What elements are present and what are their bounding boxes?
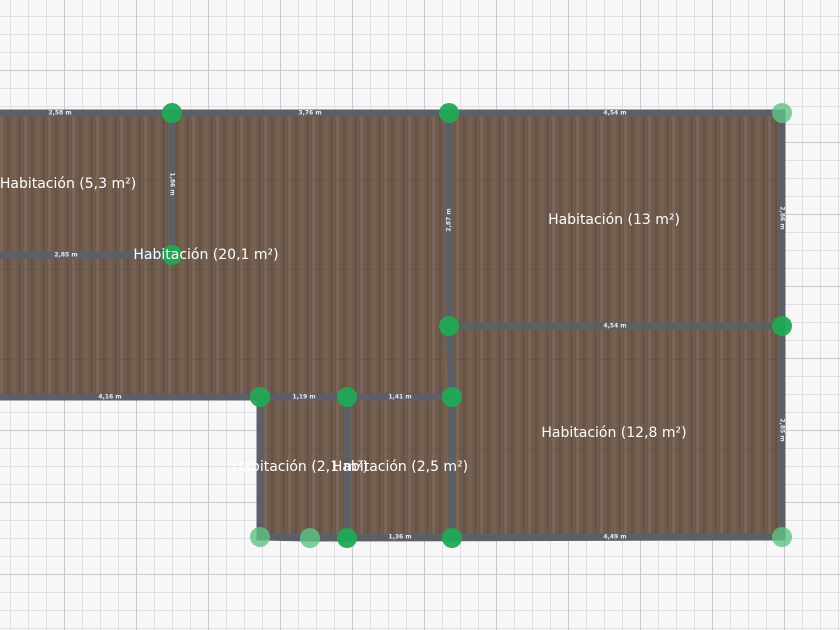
wall-length-label: 4,49 m (603, 534, 626, 541)
wall-length-label: 4,16 m (98, 394, 121, 401)
wall-corner-handle[interactable] (439, 316, 459, 336)
wall-length-label: 2,58 m (48, 110, 71, 117)
wall-corner-handle[interactable] (772, 316, 792, 336)
floor-plan-svg[interactable]: 2,58 m 3,76 m 4,54 m 1,86 m 2,85 m 2,87 m 2,86… (0, 0, 840, 630)
wall-length-label: 1,36 m (388, 534, 411, 541)
wall-corner-handle[interactable] (250, 387, 270, 407)
room-label[interactable]: Habitación (13 m²) (548, 212, 680, 228)
wall-corner-handle[interactable] (337, 387, 357, 407)
wall-length-label: 2,85 m (54, 252, 77, 259)
wall[interactable] (306, 533, 786, 542)
wall-corner-handle[interactable] (772, 527, 792, 547)
room-label[interactable]: Habitación (12,8 m²) (541, 425, 686, 441)
wall-length-label: 2,85 m (779, 418, 786, 441)
room-label[interactable]: Habitación (2,5 m²) (332, 459, 468, 475)
floor-plan-canvas[interactable]: 2,58 m 3,76 m 4,54 m 1,86 m 2,85 m 2,87 m 2,86… (0, 0, 840, 630)
wall-length-label: 1,41 m (388, 394, 411, 401)
wall-corner-handle[interactable] (337, 528, 357, 548)
wall-length-label: 4,54 m (603, 110, 626, 117)
wall[interactable] (445, 322, 456, 401)
wall-length-label: 2,87 m (446, 208, 453, 231)
wall-length-label: 4,54 m (603, 323, 626, 330)
wall-corner-handle[interactable] (162, 103, 182, 123)
wall-corner-handle[interactable] (250, 527, 270, 547)
room-label[interactable]: Habitación (5,3 m²) (0, 176, 136, 192)
wall-corner-handle[interactable] (300, 528, 320, 548)
wall-corner-handle[interactable] (442, 528, 462, 548)
wall-length-label: 1,19 m (292, 394, 315, 401)
wall-corner-handle[interactable] (442, 387, 462, 407)
wall-length-label: 2,86 m (779, 206, 786, 229)
wall-corner-handle[interactable] (439, 103, 459, 123)
wall-length-label: 3,76 m (298, 110, 321, 117)
wall-length-label: 1,86 m (169, 172, 176, 195)
room-label[interactable]: Habitación (20,1 m²) (133, 247, 278, 263)
wall-corner-handle[interactable] (772, 103, 792, 123)
